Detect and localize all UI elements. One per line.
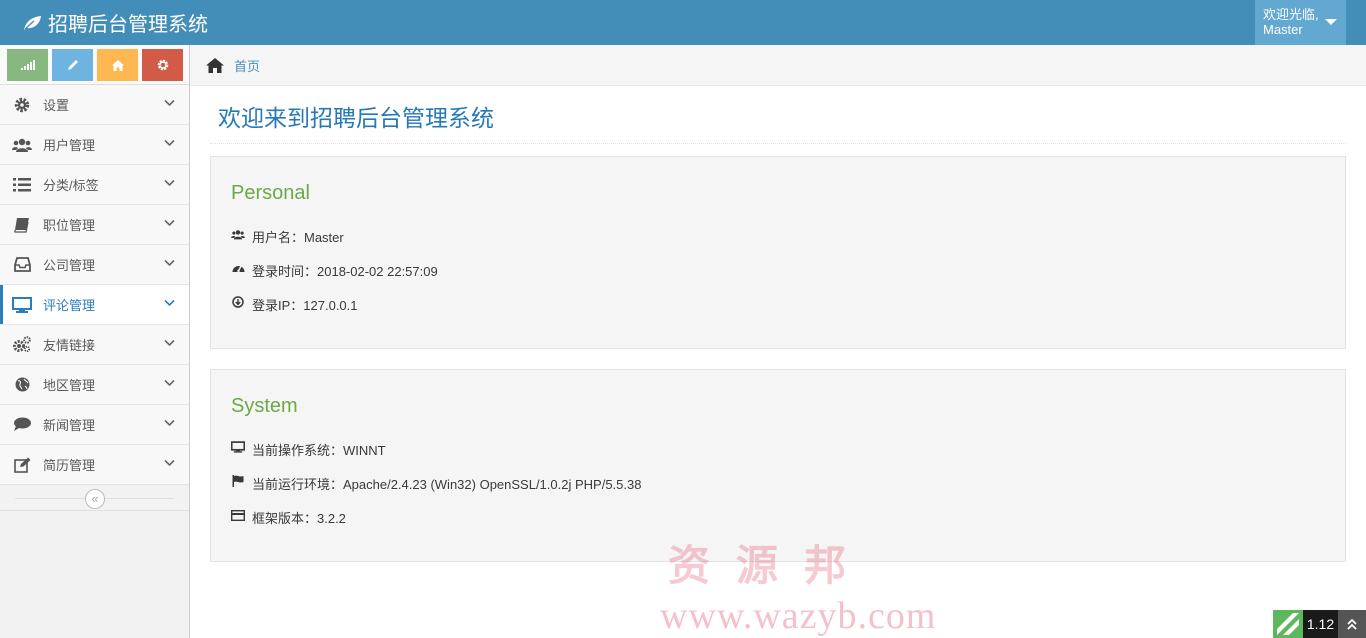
info-row-login-time: 登录时间：2018-02-02 22:57:09	[231, 261, 1325, 295]
info-text: 用户名：Master	[252, 230, 344, 245]
sidebar-item-links[interactable]: 友情链接	[0, 325, 189, 365]
edit-icon	[12, 455, 32, 475]
shortcut-signal-button[interactable]	[7, 49, 48, 81]
list-icon	[12, 175, 32, 195]
comment-icon	[12, 415, 32, 435]
sidebar-item-label: 设置	[43, 98, 70, 113]
chevron-down-icon	[164, 99, 175, 107]
chevron-down-icon	[164, 139, 175, 147]
info-row-os: 当前操作系统：WINNT	[231, 440, 1325, 474]
sidebar-nav: 设置 用户管理 分类/标签 职位管理 公司管理 评论管理 友情链接 地区管理 新…	[0, 85, 189, 485]
system-title: System	[231, 395, 298, 417]
sidebar-item-companies[interactable]: 公司管理	[0, 245, 189, 285]
caret-down-icon	[1325, 19, 1337, 25]
watermark-cn: 资源邦	[668, 541, 873, 590]
info-text: 框架版本：3.2.2	[252, 511, 346, 526]
breadcrumb-home-link[interactable]: 首页	[234, 56, 260, 75]
sidebar-item-label: 友情链接	[43, 338, 96, 353]
sidebar-item-news[interactable]: 新闻管理	[0, 405, 189, 445]
sidebar-item-label: 新闻管理	[43, 418, 96, 433]
flag-icon	[231, 474, 245, 488]
double-chevron-up-icon	[1347, 618, 1357, 630]
home-icon	[111, 59, 124, 71]
sidebar-item-users[interactable]: 用户管理	[0, 125, 189, 165]
sidebar-item-label: 评论管理	[43, 298, 96, 313]
sidebar-item-label: 简历管理	[43, 458, 96, 473]
chevron-down-icon	[164, 179, 175, 187]
sidebar-item-label: 用户管理	[43, 138, 96, 153]
brand[interactable]: 招聘后台管理系统	[22, 0, 208, 45]
info-row-username: 用户名：Master	[231, 227, 1325, 261]
sidebar-item-comments[interactable]: 评论管理	[0, 285, 189, 325]
sidebar-collapse-button[interactable]: «	[85, 489, 105, 509]
info-text: 登录IP：127.0.0.1	[252, 298, 358, 313]
user-menu[interactable]: 欢迎光临, Master	[1255, 0, 1346, 45]
download-circle-icon	[231, 295, 245, 309]
app-title: 招聘后台管理系统	[48, 14, 208, 36]
sidebar-collapse-bar: «	[0, 485, 189, 511]
sidebar-item-categories[interactable]: 分类/标签	[0, 165, 189, 205]
dashboard-icon	[231, 261, 245, 275]
book-icon	[12, 215, 32, 235]
info-row-environment: 当前运行环境：Apache/2.4.23 (Win32) OpenSSL/1.0…	[231, 474, 1325, 508]
info-text: 当前运行环境：Apache/2.4.23 (Win32) OpenSSL/1.0…	[252, 477, 642, 492]
chevron-down-icon	[164, 259, 175, 267]
double-chevron-left-icon: «	[91, 491, 99, 506]
personal-panel: Personal 用户名：Master 登录时间：2018-02-02 22:5…	[210, 156, 1346, 349]
sidebar-item-resumes[interactable]: 简历管理	[0, 445, 189, 485]
desktop-icon	[231, 440, 245, 454]
sidebar: 设置 用户管理 分类/标签 职位管理 公司管理 评论管理 友情链接 地区管理 新…	[0, 45, 190, 638]
shortcut-settings-button[interactable]	[142, 49, 183, 81]
globe-icon	[12, 375, 32, 395]
signal-icon	[20, 60, 35, 70]
info-text: 当前操作系统：WINNT	[252, 443, 386, 458]
zoom-level: 1.12	[1303, 610, 1338, 638]
info-text: 登录时间：2018-02-02 22:57:09	[252, 264, 438, 279]
chevron-down-icon	[164, 379, 175, 387]
breadcrumb: 首页	[190, 45, 1366, 86]
inbox-icon	[12, 255, 32, 275]
home-icon	[206, 57, 224, 73]
sidebar-item-label: 公司管理	[43, 258, 96, 273]
personal-title: Personal	[231, 182, 310, 204]
stripes-logo-icon	[1277, 613, 1299, 635]
scroll-top-button[interactable]	[1338, 610, 1366, 638]
chevron-down-icon	[164, 419, 175, 427]
chevron-down-icon	[164, 219, 175, 227]
sidebar-item-regions[interactable]: 地区管理	[0, 365, 189, 405]
sidebar-item-jobs[interactable]: 职位管理	[0, 205, 189, 245]
navbar: 招聘后台管理系统 欢迎光临, Master	[0, 0, 1366, 45]
desktop-icon	[12, 295, 32, 315]
cogs-icon	[12, 335, 32, 355]
leaf-icon	[24, 15, 41, 30]
chevron-down-icon	[164, 299, 175, 307]
sidebar-item-label: 分类/标签	[43, 178, 99, 193]
watermark-url: www.wazyb.com	[660, 595, 937, 637]
gear-icon	[157, 59, 168, 71]
gear-icon	[12, 95, 32, 115]
sidebar-item-label: 职位管理	[43, 218, 96, 233]
sidebar-item-settings[interactable]: 设置	[0, 85, 189, 125]
pencil-icon	[67, 60, 78, 70]
users-icon	[12, 135, 32, 155]
sidebar-shortcuts	[0, 45, 189, 85]
shortcut-home-button[interactable]	[97, 49, 138, 81]
users-icon	[231, 227, 245, 241]
chevron-down-icon	[164, 459, 175, 467]
credit-card-icon	[231, 508, 245, 522]
page-title: 欢迎来到招聘后台管理系统	[218, 105, 494, 131]
page-header: 欢迎来到招聘后台管理系统	[210, 86, 1346, 144]
info-row-login-ip: 登录IP：127.0.0.1	[231, 295, 1325, 329]
shortcut-pencil-button[interactable]	[52, 49, 93, 81]
sidebar-item-label: 地区管理	[43, 378, 96, 393]
zoom-widget-logo[interactable]	[1273, 610, 1303, 638]
chevron-down-icon	[164, 339, 175, 347]
